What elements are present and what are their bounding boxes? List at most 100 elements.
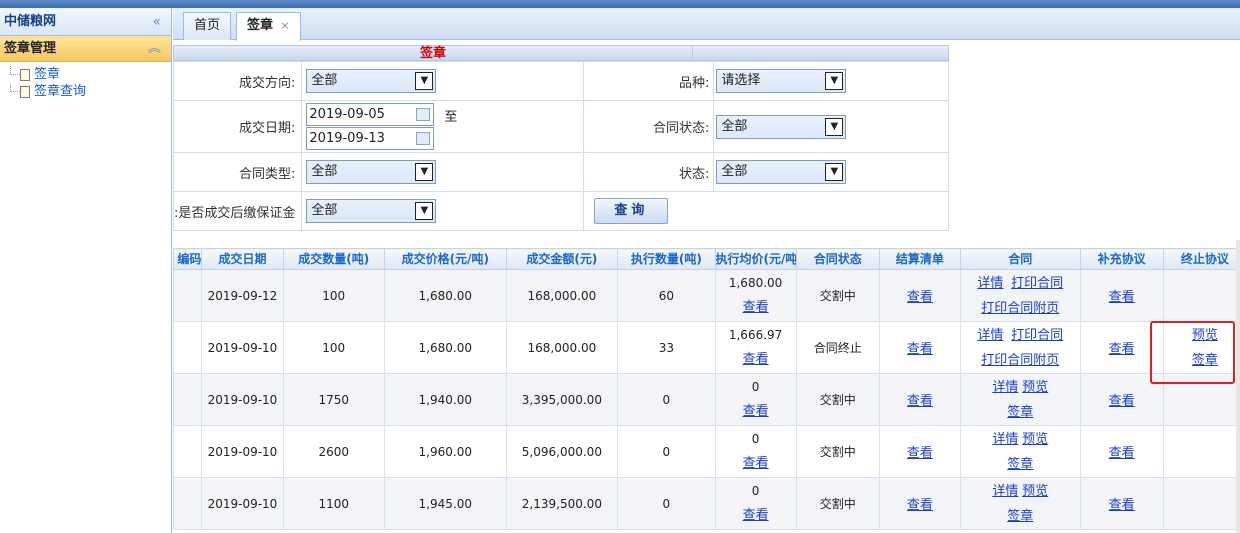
margin-label: 是否成交后缴保证金: xyxy=(172,191,303,231)
search-form-table: 成交方向: 全部 ▼ 品种: 请选择 ▼ 成交日期: 2019-09-05 20… xyxy=(172,61,949,231)
view-avg-link[interactable]: 查看 xyxy=(743,456,769,471)
cell-qty: 1100 xyxy=(282,477,385,530)
calendar-icon[interactable] xyxy=(416,132,431,145)
status-select[interactable]: 全部 ▼ xyxy=(716,160,847,184)
contract-sign-link[interactable]: 签章 xyxy=(1007,405,1033,420)
cell-date: 2019-09-10 xyxy=(201,477,284,530)
table-row: 2019-09-10 1750 1,940.00 3,395,000.00 0 … xyxy=(173,373,1240,426)
contract-preview-link[interactable]: 预览 xyxy=(1022,484,1048,499)
table-header-row: 编码 成交日期 成交数量(吨) 成交价格(元/吨) 成交金额(元) 执行数量(吨… xyxy=(173,248,1240,270)
contract-type-select[interactable]: 全部 ▼ xyxy=(306,160,437,184)
table-row: 2019-09-10 1100 1,945.00 2,139,500.00 0 … xyxy=(173,477,1240,530)
col-header: 成交数量(吨) xyxy=(282,248,385,270)
col-header: 合同状态 xyxy=(795,248,880,270)
vertical-scrollbar[interactable] xyxy=(1236,240,1240,533)
cell-exec-qty: 0 xyxy=(617,477,716,530)
document-icon xyxy=(20,86,30,98)
sidebar-item-signature[interactable]: 签章 xyxy=(6,66,171,83)
calendar-icon[interactable] xyxy=(416,108,431,121)
direction-label: 成交方向: xyxy=(172,61,303,101)
view-avg-link[interactable]: 查看 xyxy=(743,508,769,523)
contract-detail-link[interactable]: 详情 xyxy=(992,484,1018,499)
cell-status: 交割中 xyxy=(795,373,880,426)
col-header: 编码 xyxy=(173,248,203,270)
sidebar: 中储粮网 « 签章管理 ︽ 签章 签章查询 xyxy=(0,8,172,533)
contract-sign-link[interactable]: 签章 xyxy=(1007,457,1033,472)
view-supplement-link[interactable]: 查看 xyxy=(1109,342,1135,357)
margin-select[interactable]: 全部 ▼ xyxy=(306,199,437,223)
dropdown-arrow-icon: ▼ xyxy=(825,163,844,181)
sidebar-section-signature[interactable]: 签章管理 ︽ xyxy=(0,36,171,62)
sidebar-header: 中储粮网 « xyxy=(0,8,171,36)
main-area: 首页 签章 × 签章 成交方向: 全部 ▼ 品种: 请选择 ▼ 成交日期: 20… xyxy=(172,8,1240,533)
variety-label: 品种: xyxy=(583,61,715,101)
sidebar-section-title: 签章管理 xyxy=(4,41,57,56)
date-label: 成交日期: xyxy=(172,100,303,153)
date-to-input[interactable]: 2019-09-13 xyxy=(306,127,435,150)
view-avg-link[interactable]: 查看 xyxy=(743,352,769,367)
sidebar-item-signature-query[interactable]: 签章查询 xyxy=(6,83,171,100)
view-settlement-link[interactable]: 查看 xyxy=(907,290,933,305)
tab-label: 首页 xyxy=(194,18,221,33)
cell-status: 交割中 xyxy=(795,425,880,478)
collapse-section-icon[interactable]: ︽ xyxy=(148,36,161,62)
contract-detail-link[interactable]: 详情 xyxy=(992,432,1018,447)
close-tab-icon[interactable]: × xyxy=(281,19,290,32)
col-header: 终止协议 xyxy=(1162,248,1240,270)
dropdown-arrow-icon: ▼ xyxy=(415,72,434,90)
cell-status: 合同终止 xyxy=(795,321,880,374)
search-form: 签章 成交方向: 全部 ▼ 品种: 请选择 ▼ 成交日期: 2019-09-05… xyxy=(172,45,949,246)
cell-exec-qty: 33 xyxy=(617,321,716,374)
view-settlement-link[interactable]: 查看 xyxy=(907,498,933,513)
print-contract-appendix-link[interactable]: 打印合同附页 xyxy=(981,301,1059,316)
contract-detail-link[interactable]: 详情 xyxy=(992,380,1018,395)
dropdown-arrow-icon: ▼ xyxy=(825,117,844,136)
sidebar-item-label: 签章查询 xyxy=(34,84,87,99)
view-settlement-link[interactable]: 查看 xyxy=(907,394,933,409)
cell-avg-price: 0 xyxy=(751,432,760,446)
view-supplement-link[interactable]: 查看 xyxy=(1109,498,1135,513)
view-supplement-link[interactable]: 查看 xyxy=(1109,446,1135,461)
direction-select[interactable]: 全部 ▼ xyxy=(306,69,437,93)
variety-select[interactable]: 请选择 ▼ xyxy=(716,69,847,93)
form-title: 签章 xyxy=(173,45,693,61)
tab-strip: 首页 签章 × xyxy=(173,8,1240,41)
contract-status-select[interactable]: 全部 ▼ xyxy=(716,114,847,139)
contract-preview-link[interactable]: 预览 xyxy=(1022,432,1048,447)
date-from-input[interactable]: 2019-09-05 xyxy=(306,103,435,126)
tab-home[interactable]: 首页 xyxy=(183,12,232,40)
date-separator: 至 xyxy=(444,110,458,125)
view-supplement-link[interactable]: 查看 xyxy=(1109,290,1135,305)
query-button[interactable]: 查询 xyxy=(594,198,669,224)
cell-date: 2019-09-12 xyxy=(201,269,284,322)
tree-line xyxy=(10,66,20,75)
cell-price: 1,945.00 xyxy=(383,477,507,530)
collapse-sidebar-icon[interactable]: « xyxy=(152,8,161,36)
col-header: 成交金额(元) xyxy=(505,248,619,270)
print-contract-link[interactable]: 打印合同 xyxy=(1011,276,1063,291)
cell-exec-qty: 60 xyxy=(617,269,716,322)
contract-detail-link[interactable]: 详情 xyxy=(977,328,1003,343)
cell-avg-price: 0 xyxy=(751,484,760,498)
top-banner xyxy=(0,0,1240,8)
view-avg-link[interactable]: 查看 xyxy=(743,300,769,315)
status-label: 状态: xyxy=(583,152,715,192)
col-header: 执行数量(吨) xyxy=(617,248,716,270)
view-settlement-link[interactable]: 查看 xyxy=(907,342,933,357)
tab-signature[interactable]: 签章 × xyxy=(236,12,301,41)
cell-qty: 100 xyxy=(282,321,385,374)
contract-preview-link[interactable]: 预览 xyxy=(1022,380,1048,395)
print-contract-appendix-link[interactable]: 打印合同附页 xyxy=(981,353,1059,368)
col-header: 执行均价(元/吨) xyxy=(714,248,797,270)
cell-price: 1,940.00 xyxy=(383,373,507,426)
contract-sign-link[interactable]: 签章 xyxy=(1007,509,1033,524)
dropdown-arrow-icon: ▼ xyxy=(415,202,434,220)
view-supplement-link[interactable]: 查看 xyxy=(1109,394,1135,409)
table-row: 2019-09-10 100 1,680.00 168,000.00 33 1,… xyxy=(173,321,1240,374)
contract-detail-link[interactable]: 详情 xyxy=(977,276,1003,291)
cell-date: 2019-09-10 xyxy=(201,321,284,374)
print-contract-link[interactable]: 打印合同 xyxy=(1011,328,1063,343)
sidebar-tree: 签章 签章查询 xyxy=(0,62,171,100)
view-settlement-link[interactable]: 查看 xyxy=(907,446,933,461)
view-avg-link[interactable]: 查看 xyxy=(743,404,769,419)
